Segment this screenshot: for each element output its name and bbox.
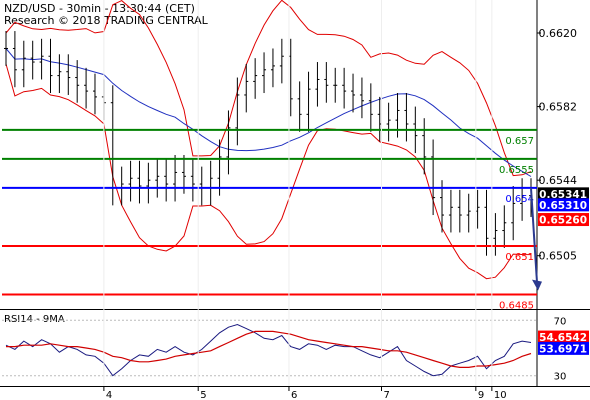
level-label: 0.657: [505, 136, 534, 147]
time-tick-label: 10: [494, 390, 507, 400]
upper-band: [5, 0, 532, 177]
rsi-label: RSI14 - 9MA: [4, 314, 65, 325]
rsi-tick-label: 30: [554, 372, 567, 383]
level-label: 0.6555: [499, 165, 534, 176]
rsi-tick-label: 70: [554, 316, 567, 327]
price-chart: 0.66200.65820.65440.65050.6570.65550.654…: [0, 0, 590, 400]
level-label: 0.654: [505, 194, 534, 205]
rsi-line: [5, 323, 532, 377]
rsi-ma-line: [6, 330, 532, 368]
moving-average: [5, 48, 532, 177]
time-tick-label: 5: [200, 390, 206, 400]
price-tick-label: 0.6544: [539, 174, 578, 187]
time-tick-label: 7: [384, 390, 390, 400]
price-tick-label: 0.6505: [539, 250, 578, 263]
price-badge-label: 0.65260: [539, 215, 587, 227]
time-tick-label: 6: [291, 390, 297, 400]
rsi-badge-label: 53.6971: [539, 343, 587, 355]
level-label: 0.6485: [499, 300, 534, 311]
price-tick-label: 0.6620: [539, 27, 578, 40]
time-tick-label: 9: [478, 390, 484, 400]
forecast-arrow: [530, 187, 538, 283]
time-tick-label: 4: [106, 390, 112, 400]
price-badge-label: 0.65310: [539, 200, 587, 212]
price-tick-label: 0.6582: [539, 101, 578, 114]
level-label: 0.651: [505, 252, 534, 263]
